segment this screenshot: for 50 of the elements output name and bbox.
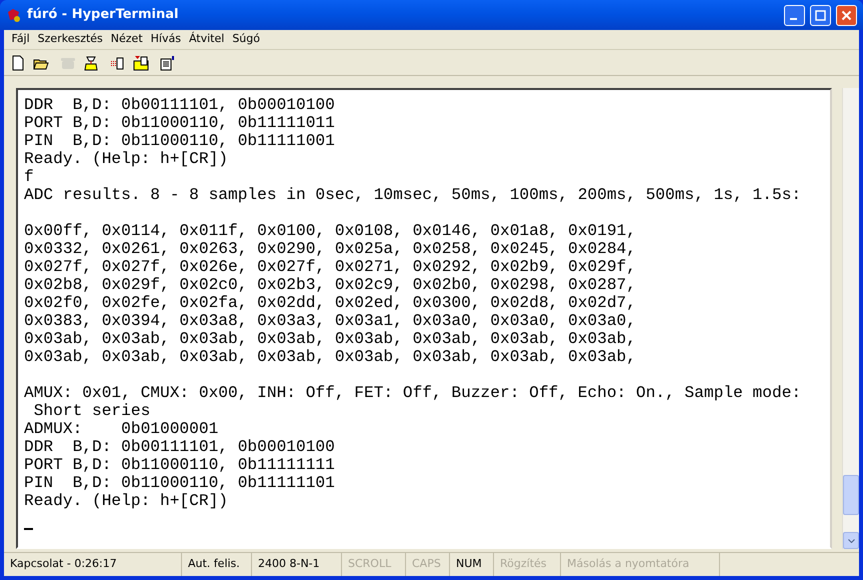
menu-item[interactable]: Fájl [8, 31, 34, 48]
terminal-line: 0x00ff, 0x0114, 0x011f, 0x0100, 0x0108, 0x0146, 0x01a8, 0x0191, [24, 222, 636, 240]
terminal-line: PORT B,D: 0b11000110, 0b11111111 [24, 456, 335, 474]
terminal-line: AMUX: 0x01, CMUX: 0x00, INH: Off, FET: Off, Buzzer: Off, Echo: On., Sample mode: [24, 384, 802, 402]
terminal-line: Ready. (Help: h+[CR]) [24, 150, 228, 168]
minimize-icon [790, 18, 797, 20]
scrollbar-thumb[interactable] [843, 475, 859, 515]
terminal-line: Ready. (Help: h+[CR]) [24, 492, 228, 510]
scrollbar[interactable] [842, 88, 859, 549]
status-panel: NUM [450, 553, 494, 576]
scroll-down-button[interactable] [843, 532, 859, 549]
terminal-line: 0x0383, 0x0394, 0x03a8, 0x03a3, 0x03a1, 0x03a0, 0x03a0, 0x03a0, [24, 312, 636, 330]
minimize-button[interactable] [784, 4, 805, 26]
terminal-line: DDR B,D: 0b00111101, 0b00010100 [24, 96, 335, 114]
terminal-line: Short series [32, 402, 150, 420]
chevron-down-icon [848, 538, 854, 542]
terminal-line: 0x027f, 0x027f, 0x026e, 0x027f, 0x0271, 0x0292, 0x02b9, 0x029f, [24, 258, 636, 276]
terminal-line: DDR B,D: 0b00111101, 0b00010100 [24, 438, 335, 456]
status-panel: Másolás a nyomtatóra [561, 553, 720, 576]
status-panel: Rögzítés [494, 553, 561, 576]
close-button[interactable] [836, 4, 857, 26]
blank-page-icon [10, 54, 26, 70]
terminal-line: 0x03ab, 0x03ab, 0x03ab, 0x03ab, 0x03ab, 0x03ab, 0x03ab, 0x03ab, [24, 348, 636, 366]
terminal-line: 0x02b8, 0x029f, 0x02c0, 0x02b3, 0x02c9, 0x02b0, 0x0298, 0x0287, [24, 276, 636, 294]
terminal-line: PORT B,D: 0b11000110, 0b11111011 [24, 114, 335, 132]
menu-item[interactable]: Hívás [147, 31, 184, 48]
window-title: fúró - HyperTerminal [27, 6, 180, 24]
document-icon [160, 54, 176, 70]
menu-item[interactable]: Nézet [107, 31, 146, 48]
terminal-line: ADMUX: 0b01000001 [24, 420, 218, 438]
status-panel: Aut. felis. [182, 553, 252, 576]
status-panel: SCROLL [342, 553, 406, 576]
status-panel: CAPS [406, 553, 450, 576]
terminal-screen[interactable] [16, 88, 832, 549]
terminal-line: PIN B,D: 0b11000110, 0b11111101 [24, 474, 335, 492]
maximize-icon [815, 10, 826, 20]
terminal-line: f [24, 168, 34, 186]
close-icon [841, 10, 852, 20]
terminal-line: 0x0332, 0x0261, 0x0263, 0x0290, 0x025a, 0x0258, 0x0245, 0x0284, [24, 240, 636, 258]
folder-icon [132, 54, 148, 70]
status-panel: Kapcsolat - 0:26:17 [4, 553, 182, 576]
status-panel: 2400 8-N-1 [252, 553, 342, 576]
menu-item[interactable]: Átvitel [185, 31, 228, 48]
terminal-line: 0x03ab, 0x03ab, 0x03ab, 0x03ab, 0x03ab, 0x03ab, 0x03ab, 0x03ab, [24, 330, 636, 348]
menu-item[interactable]: Súgó [228, 31, 264, 48]
maximize-button[interactable] [810, 4, 831, 26]
terminal-line: PIN B,D: 0b11000110, 0b11111001 [24, 132, 335, 150]
menu-item[interactable]: Szerkesztés [34, 31, 106, 48]
terminal-line: 0x02f0, 0x02fe, 0x02fa, 0x02dd, 0x02ed, 0x0300, 0x02d8, 0x02d7, [24, 294, 636, 312]
terminal-line: ADC results. 8 - 8 samples in 0sec, 10msec, 50ms, 100ms, 200ms, 500ms, 1s, 1.5s: [24, 186, 802, 204]
